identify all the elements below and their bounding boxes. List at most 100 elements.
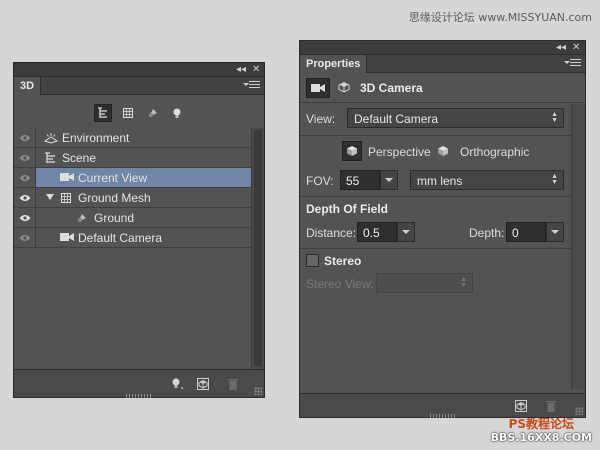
dof-title: Depth Of Field bbox=[306, 202, 388, 216]
depth-input[interactable]: 0 bbox=[506, 222, 546, 242]
layer-row[interactable]: Current View bbox=[14, 168, 251, 188]
perspective-icon[interactable] bbox=[342, 141, 362, 161]
distance-input[interactable]: 0.5 bbox=[357, 222, 397, 242]
orthographic-label[interactable]: Orthographic bbox=[460, 145, 529, 159]
layer-row[interactable]: Ground Mesh bbox=[14, 188, 251, 208]
layer-label: Ground Mesh bbox=[78, 191, 151, 205]
camera-icon[interactable] bbox=[306, 78, 330, 98]
properties-header: 3D Camera bbox=[300, 73, 585, 103]
layer-label: Current View bbox=[78, 171, 148, 185]
divider bbox=[300, 196, 571, 197]
watermark-line2: BBS.16XX8.COM bbox=[490, 431, 592, 444]
tab-bar: Properties bbox=[300, 55, 585, 73]
depth-label: Depth: bbox=[469, 226, 505, 240]
visibility-eye-icon[interactable] bbox=[14, 148, 36, 167]
scene-icon bbox=[44, 152, 57, 164]
layer-row[interactable]: Default Camera bbox=[14, 228, 251, 248]
bottom-resize-handle[interactable] bbox=[429, 414, 456, 418]
panel-top-bar: ◂◂ ✕ bbox=[300, 41, 585, 55]
camera-icon bbox=[60, 232, 74, 242]
dropdown-arrows-icon: ▲ ▼ bbox=[460, 276, 467, 289]
watermark-top: 思缘设计论坛 www.MISSYUAN.com bbox=[408, 11, 592, 24]
stereo-view-label: Stereo View: bbox=[306, 277, 374, 291]
layer-label: Environment bbox=[62, 131, 130, 145]
layer-label-cell[interactable]: Default Camera bbox=[36, 228, 251, 247]
filter-bar bbox=[14, 95, 264, 127]
material-filter-icon[interactable] bbox=[144, 104, 162, 122]
panel-top-bar: ◂◂ ✕ bbox=[14, 63, 264, 77]
bottom-resize-handle[interactable] bbox=[126, 394, 152, 398]
close-icon[interactable]: ✕ bbox=[252, 64, 260, 76]
collapse-icon[interactable]: ◂◂ bbox=[236, 64, 246, 76]
delete-icon[interactable] bbox=[543, 398, 559, 414]
layer-label: Ground bbox=[94, 211, 135, 225]
view-dropdown[interactable]: Default Camera ▲ ▼ bbox=[347, 108, 564, 128]
3d-panel: ◂◂ ✕ 3D Environment Scene Current View Grou… bbox=[13, 62, 265, 398]
divider bbox=[300, 135, 571, 136]
dropdown-arrows-icon: ▲ ▼ bbox=[551, 173, 558, 186]
tab-bar: 3D bbox=[14, 77, 264, 95]
scene-cube-icon[interactable] bbox=[338, 81, 350, 96]
layer-label: Default Camera bbox=[78, 231, 163, 245]
mesh-icon bbox=[60, 192, 72, 204]
panel-bottom-bar bbox=[14, 369, 264, 398]
stereo-checkbox[interactable] bbox=[306, 254, 319, 267]
mesh-filter-icon[interactable] bbox=[119, 104, 137, 122]
vertical-scrollbar[interactable] bbox=[251, 128, 264, 369]
layer-label-cell[interactable]: Scene bbox=[36, 148, 251, 167]
fov-unit-value: mm lens bbox=[417, 174, 463, 188]
layer-list: Environment Scene Current View Ground Mesh G… bbox=[14, 128, 251, 248]
dropdown-arrows-icon: ▲ ▼ bbox=[551, 111, 558, 124]
visibility-eye-icon[interactable] bbox=[14, 228, 36, 247]
layer-row[interactable]: Ground bbox=[14, 208, 251, 228]
watermark-line1: PS教程论坛 bbox=[508, 417, 575, 431]
panel-bottom-bar bbox=[300, 393, 585, 418]
close-icon[interactable]: ✕ bbox=[572, 42, 580, 54]
visibility-eye-icon[interactable] bbox=[14, 188, 36, 207]
tab-3d[interactable]: 3D bbox=[14, 77, 42, 95]
watermark-bottom: PS教程论坛 BBS.16XX8.COM bbox=[490, 417, 592, 445]
visibility-eye-icon[interactable] bbox=[14, 208, 36, 227]
tab-properties[interactable]: Properties bbox=[300, 55, 368, 73]
visibility-eye-icon[interactable] bbox=[14, 128, 36, 147]
add-light-icon[interactable] bbox=[169, 376, 185, 392]
distance-dropdown-button[interactable] bbox=[397, 222, 415, 242]
light-filter-icon[interactable] bbox=[168, 104, 186, 122]
vertical-scrollbar[interactable] bbox=[571, 104, 585, 389]
collapse-icon[interactable]: ◂◂ bbox=[556, 42, 566, 54]
stereo-label[interactable]: Stereo bbox=[324, 254, 361, 268]
view-dropdown-value: Default Camera bbox=[354, 112, 439, 126]
resize-grip[interactable] bbox=[254, 387, 262, 395]
layer-label: Scene bbox=[62, 151, 97, 165]
properties-panel: ◂◂ ✕ Properties 3D Camera View: Default … bbox=[299, 40, 586, 418]
properties-title: 3D Camera bbox=[360, 81, 423, 95]
fov-unit-dropdown[interactable]: mm lens ▲ ▼ bbox=[410, 170, 564, 190]
render-icon[interactable] bbox=[513, 398, 529, 414]
fov-input[interactable]: 55 bbox=[340, 170, 380, 190]
layer-row[interactable]: Environment bbox=[14, 128, 251, 148]
panel-menu-icon[interactable] bbox=[243, 81, 260, 90]
stereo-view-dropdown[interactable]: ▲ ▼ bbox=[376, 273, 473, 293]
orthographic-icon[interactable] bbox=[433, 141, 453, 161]
perspective-label[interactable]: Perspective bbox=[368, 145, 431, 159]
layer-row[interactable]: Scene bbox=[14, 148, 251, 168]
depth-dropdown-button[interactable] bbox=[546, 222, 564, 242]
visibility-eye-icon[interactable] bbox=[14, 168, 36, 187]
panel-menu-icon[interactable] bbox=[564, 59, 581, 68]
fov-dropdown-button[interactable] bbox=[380, 170, 398, 190]
expand-triangle-icon[interactable] bbox=[46, 194, 54, 200]
delete-icon[interactable] bbox=[225, 376, 241, 392]
environment-icon bbox=[44, 132, 58, 144]
layer-label-cell[interactable]: Environment bbox=[36, 128, 251, 147]
view-label: View: bbox=[306, 112, 336, 126]
resize-grip[interactable] bbox=[575, 407, 583, 415]
layer-label-cell[interactable]: Current View bbox=[36, 168, 251, 187]
render-icon[interactable] bbox=[195, 376, 211, 392]
distance-label: Distance: bbox=[306, 226, 357, 240]
divider bbox=[300, 248, 571, 249]
layer-label-cell[interactable]: Ground Mesh bbox=[36, 188, 251, 207]
scene-filter-icon[interactable] bbox=[94, 104, 112, 122]
layer-label-cell[interactable]: Ground bbox=[36, 208, 251, 227]
material-icon bbox=[76, 212, 88, 224]
fov-label: FOV: bbox=[306, 174, 334, 188]
